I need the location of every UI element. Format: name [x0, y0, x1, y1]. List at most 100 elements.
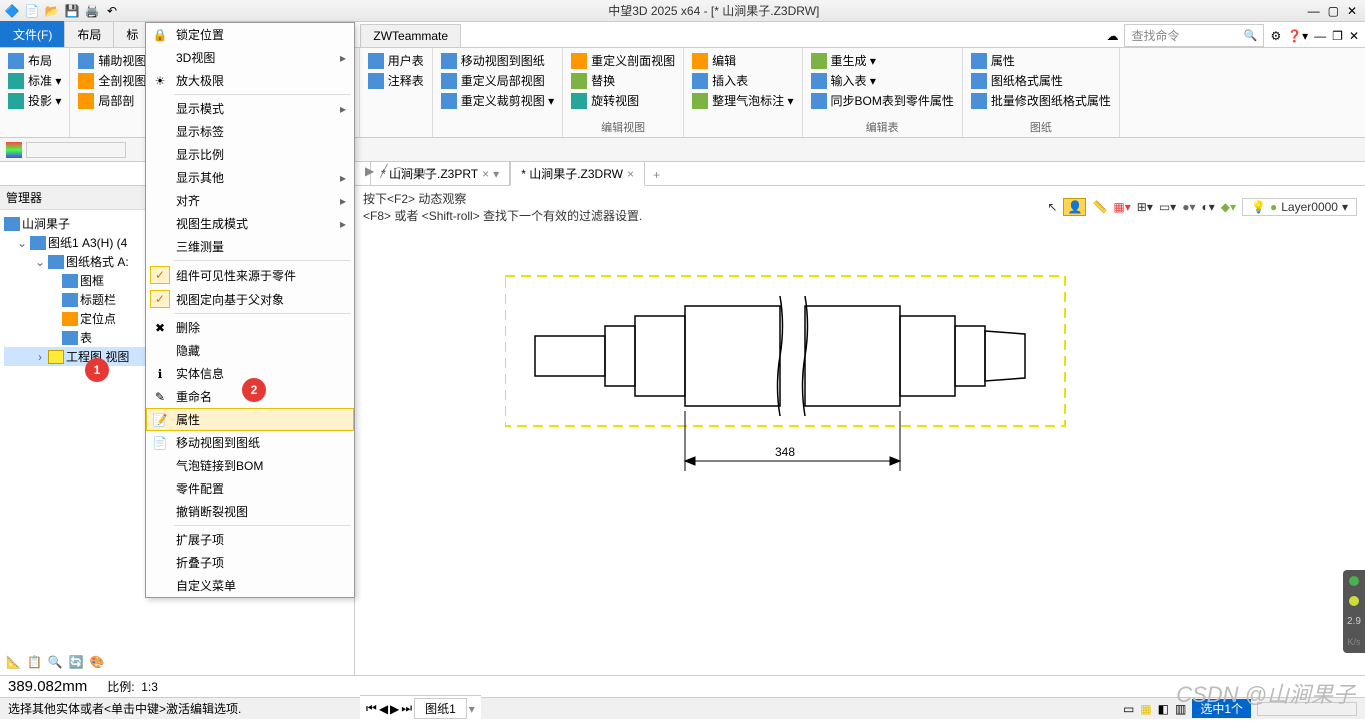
measure-icon[interactable]: 📏 [1092, 200, 1107, 214]
mgr-tool-4[interactable]: 🔄 [69, 655, 84, 669]
ctx-hide[interactable]: 隐藏 [146, 339, 354, 362]
status-icon-3[interactable]: ◧ [1158, 702, 1169, 716]
restore-icon[interactable]: ❐ [1332, 29, 1343, 43]
status-combo[interactable] [1257, 702, 1357, 716]
ctx-undobreak[interactable]: 撤销断裂视图 [146, 500, 354, 523]
cloud-icon[interactable]: ☁ [1106, 29, 1118, 43]
rib-inputtable[interactable]: 输入表 ▾ [811, 72, 954, 89]
select-icon[interactable]: 👤 [1063, 198, 1086, 216]
rib-redef-section[interactable]: 重定义剖面视图 [571, 52, 675, 69]
doctab-drw[interactable]: * 山涧果子.Z3DRW× [510, 161, 645, 186]
close-icon[interactable]: ✕ [1347, 4, 1357, 18]
tab-teammate[interactable]: ZWTeammate [360, 24, 461, 47]
riblabel-editview: 编辑视图 [571, 117, 675, 135]
rib-redef-crop[interactable]: 重定义裁剪视图 ▾ [441, 92, 554, 109]
rib-balloon[interactable]: 整理气泡标注 ▾ [692, 92, 793, 109]
ctx-displaymode[interactable]: 显示模式▸ [146, 97, 354, 120]
sheet-tab[interactable]: 图纸1 [414, 698, 467, 719]
rib-moveview[interactable]: 移动视图到图纸 [441, 52, 554, 69]
ctx-genmode[interactable]: 视图生成模式▸ [146, 212, 354, 235]
rib-sheetprops[interactable]: 图纸格式属性 [971, 72, 1111, 89]
color-icon[interactable]: ◆▾ [1221, 200, 1236, 214]
close-tab-icon[interactable]: × [482, 167, 489, 181]
sheet-last-icon[interactable]: ⏭ [401, 701, 412, 716]
rib-layout[interactable]: 布局 [8, 52, 61, 69]
rib-regen[interactable]: 重生成 ▾ [811, 52, 954, 69]
print-icon[interactable]: 🖨️ [84, 3, 100, 19]
grid-icon[interactable]: ▦▾ [1113, 200, 1130, 214]
ctx-showother[interactable]: 显示其他▸ [146, 166, 354, 189]
rib-redef-local[interactable]: 重定义局部视图 [441, 72, 554, 89]
open-icon[interactable]: 📂 [44, 3, 60, 19]
sheet-next-icon[interactable]: ▶ [390, 702, 399, 716]
ctx-delete[interactable]: ✖删除 [146, 316, 354, 339]
cursor-icon[interactable]: ↖ [1047, 200, 1057, 214]
rib-edit[interactable]: 编辑 [692, 52, 793, 69]
ctx-balloonbom[interactable]: 气泡链接到BOM [146, 454, 354, 477]
status-icon-1[interactable]: ▭ [1123, 702, 1134, 716]
ctx-collapse[interactable]: 折叠子项 [146, 551, 354, 574]
snap-icon[interactable]: ⊞▾ [1137, 200, 1153, 214]
rib-props[interactable]: 属性 [971, 52, 1111, 69]
view-icon[interactable]: ▭▾ [1159, 200, 1176, 214]
render-icon[interactable]: ◐▾ [1202, 200, 1215, 214]
ctx-partconfig[interactable]: 零件配置 [146, 477, 354, 500]
ctx-movetosheet[interactable]: 📄移动视图到图纸 [146, 431, 354, 454]
rib-rotate[interactable]: 旋转视图 [571, 92, 675, 109]
undo-icon[interactable]: ↶ [104, 3, 120, 19]
ctx-compvis[interactable]: ✓组件可见性来源于零件 [146, 263, 354, 287]
min2-icon[interactable]: — [1314, 29, 1326, 43]
rib-project[interactable]: 投影 ▾ [8, 92, 61, 109]
layer-selector[interactable]: 💡●Layer0000 ▾ [1242, 198, 1357, 216]
tool-rect[interactable]: ▭ [423, 164, 434, 178]
ctx-properties[interactable]: 📝属性 [146, 408, 354, 431]
ctx-expand[interactable]: 扩展子项 [146, 528, 354, 551]
mgr-tool-1[interactable]: 📐 [6, 655, 21, 669]
ctx-lock[interactable]: 🔒锁定位置 [146, 23, 354, 46]
ctx-orientparent[interactable]: ✓视图定向基于父对象 [146, 287, 354, 311]
ctx-align[interactable]: 对齐▸ [146, 189, 354, 212]
rib-annot[interactable]: 注释表 [368, 72, 424, 89]
close2-icon[interactable]: ✕ [1349, 29, 1359, 43]
tab-file[interactable]: 文件(F) [0, 21, 65, 47]
sheet-prev-icon[interactable]: ◀ [379, 702, 388, 716]
search-input[interactable]: 查找命令 [1124, 24, 1264, 47]
tool-more[interactable]: … [441, 164, 453, 178]
maximize-icon[interactable]: ▢ [1328, 4, 1339, 18]
ctx-showscale[interactable]: 显示比例 [146, 143, 354, 166]
minimize-icon[interactable]: — [1308, 4, 1320, 18]
drawing-view[interactable]: 348 [505, 246, 1205, 506]
rib-syncbom[interactable]: 同步BOM表到零件属性 [811, 92, 954, 109]
add-tab[interactable]: + [645, 165, 668, 185]
mgr-tool-3[interactable]: 🔍 [48, 655, 63, 669]
mgr-tool-2[interactable]: 📋 [27, 655, 42, 669]
sheet-first-icon[interactable]: ⏮ [366, 701, 377, 716]
ctx-zoomlimit[interactable]: ☀放大极限 [146, 69, 354, 92]
settings-icon[interactable]: ⚙ [1270, 29, 1281, 43]
mgr-tool-5[interactable]: 🎨 [90, 655, 105, 669]
ctx-3dmeasure[interactable]: 三维测量 [146, 235, 354, 258]
rib-batchprops[interactable]: 批量修改图纸格式属性 [971, 92, 1111, 109]
save-icon[interactable]: 💾 [64, 3, 80, 19]
tool-arc[interactable]: ◠ [393, 164, 403, 178]
close-tab-icon[interactable]: × [627, 167, 634, 181]
tab-layout[interactable]: 布局 [64, 21, 114, 47]
status-icon-4[interactable]: ▥ [1175, 702, 1186, 716]
shade-icon[interactable]: ●▾ [1182, 200, 1195, 214]
rib-usertable[interactable]: 用户表 [368, 52, 424, 69]
status-icon-2[interactable]: ▦ [1140, 702, 1151, 716]
rib-standard[interactable]: 标准 ▾ [8, 72, 61, 89]
ctx-3dview[interactable]: 3D视图▸ [146, 46, 354, 69]
filter-icon[interactable] [6, 142, 22, 158]
tool-line[interactable]: ╱ [380, 164, 387, 178]
filter-dropdown[interactable] [26, 142, 126, 158]
play-icon[interactable]: ▶ [365, 164, 374, 178]
new-icon[interactable]: 📄 [24, 3, 40, 19]
tool-circle[interactable]: ○ [410, 164, 417, 178]
help-icon[interactable]: ❓▾ [1287, 29, 1308, 43]
ctx-showlabel[interactable]: 显示标签 [146, 120, 354, 143]
rib-replace[interactable]: 替换 [571, 72, 675, 89]
ctx-customize[interactable]: 自定义菜单 [146, 574, 354, 597]
rib-insert[interactable]: 插入表 [692, 72, 793, 89]
drawing-canvas[interactable]: ▶ ╱ ◠ ○ ▭ … 按下<F2> 动态观察 <F8> 或者 <Shift-r… [355, 186, 1365, 675]
